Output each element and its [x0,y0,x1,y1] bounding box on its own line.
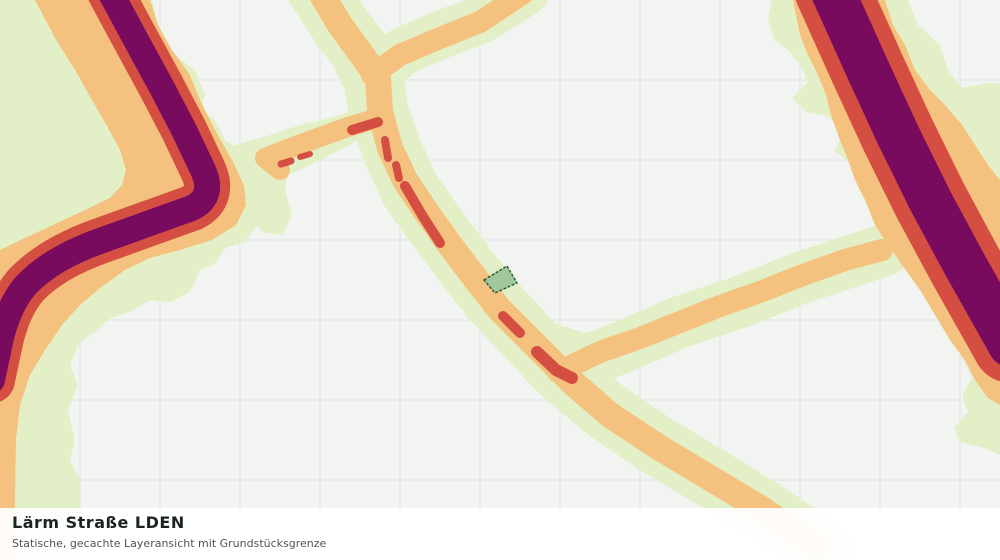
road-main-high-segment [392,161,403,182]
noise-map[interactable] [0,0,1000,560]
road-west-high-segment [277,157,295,168]
layer-title: Lärm Straße LDEN [12,513,185,532]
layer-subtitle: Statische, gecachte Layeransicht mit Gru… [12,537,327,550]
road-west-high-segment [297,151,313,160]
map-caption: Lärm Straße LDEN Statische, gecachte Lay… [0,508,1000,560]
road-main-high-segment [381,136,392,162]
